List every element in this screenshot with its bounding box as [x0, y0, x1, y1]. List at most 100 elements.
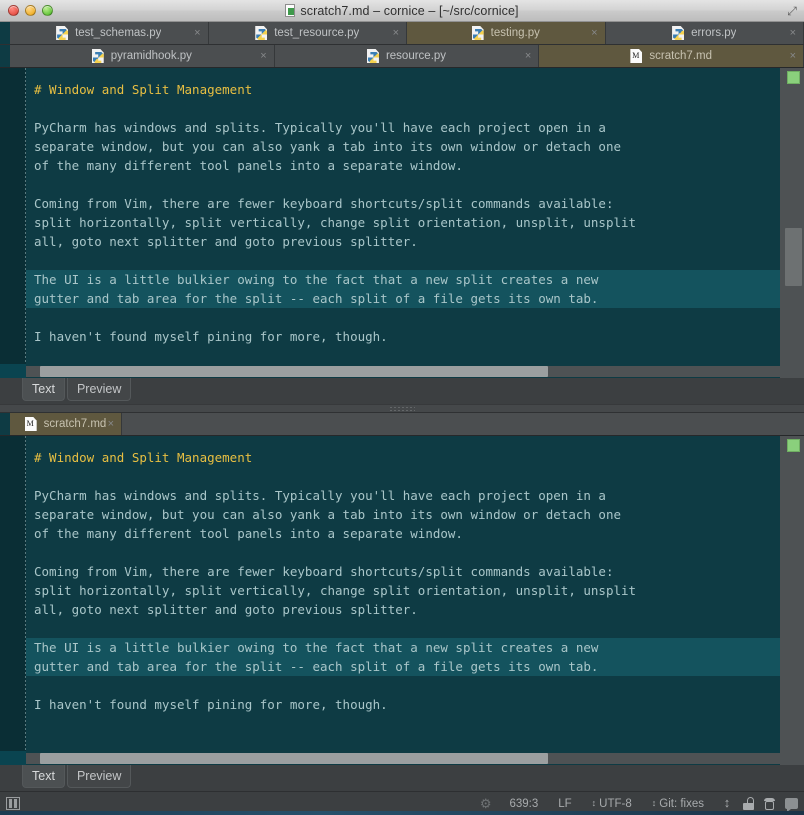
python-file-icon [56, 26, 68, 40]
code-line: of the many different tool panels into a… [34, 526, 463, 541]
tab-row-left-edge [0, 413, 10, 435]
error-stripe-marker[interactable] [787, 71, 800, 84]
fullscreen-expand-icon[interactable]: ⤢ [785, 4, 799, 18]
vertical-scrollbar-top[interactable] [780, 68, 804, 364]
window-title: scratch7.md – cornice – [~/src/cornice] [0, 4, 804, 18]
code-line: all, goto next splitter and goto previou… [34, 234, 418, 249]
tab-label: scratch7.md [649, 50, 712, 62]
tab-row-filler [122, 413, 804, 435]
read-only-lock-icon[interactable] [743, 797, 754, 810]
scrollbar-thumb[interactable] [40, 752, 548, 764]
editor-viewport-bottom[interactable]: # Window and Split Management PyCharm ha… [0, 436, 804, 751]
window-controls [0, 5, 53, 16]
editor-gutter-top[interactable] [0, 68, 26, 364]
tab-text-view[interactable]: Text [22, 765, 65, 788]
close-button[interactable] [8, 5, 19, 16]
caret-position[interactable]: 639:3 [499, 798, 548, 810]
close-icon[interactable]: × [790, 27, 796, 39]
line-separator-toggle-icon[interactable] [720, 795, 734, 811]
scrollbar-thumb[interactable] [785, 228, 802, 286]
scrollbar-gutter-pad [0, 364, 26, 378]
code-line: I haven't found myself pining for more, … [34, 697, 388, 712]
tab-test-schemas-py[interactable]: test_schemas.py × [10, 22, 209, 44]
view-mode-tabs-bottom: Text Preview [0, 765, 804, 791]
tab-preview-view[interactable]: Preview [66, 378, 132, 401]
close-icon[interactable]: × [790, 50, 796, 62]
markdown-file-icon: M [630, 49, 643, 63]
zoom-button[interactable] [42, 5, 53, 16]
code-line: # Window and Split Management [34, 82, 253, 97]
tab-pyramidhook-py[interactable]: pyramidhook.py × [10, 45, 275, 67]
event-log-bubble-icon[interactable] [785, 798, 798, 812]
tab-label: scratch7.md [43, 418, 107, 430]
code-line: Coming from Vim, there are fewer keyboar… [34, 564, 614, 579]
code-line: gutter and tab area for the split -- eac… [26, 657, 780, 676]
close-icon[interactable]: × [108, 418, 114, 430]
close-icon[interactable]: × [260, 50, 266, 62]
code-line: split horizontally, split vertically, ch… [34, 583, 637, 598]
file-encoding[interactable]: ↕ UTF-8 [582, 798, 642, 810]
horizontal-scrollbar-bottom[interactable] [0, 751, 804, 765]
tab-label: testing.py [490, 27, 540, 39]
error-stripe-marker[interactable] [787, 439, 800, 452]
vcs-branch-widget[interactable]: ↕ Git: fixes [642, 798, 714, 810]
code-line: The UI is a little bulkier owing to the … [26, 638, 780, 657]
code-line: PyCharm has windows and splits. Typicall… [34, 488, 606, 503]
scrollbar-gutter-pad [0, 751, 26, 765]
editor-tab-row-2: pyramidhook.py × resource.py × M scratch… [0, 45, 804, 68]
minimize-button[interactable] [25, 5, 36, 16]
scrollbar-corner [780, 364, 804, 378]
tab-resource-py[interactable]: resource.py × [274, 45, 540, 67]
tab-scratch7-md[interactable]: M scratch7.md × [539, 45, 804, 67]
editor-viewport-top[interactable]: # Window and Split Management PyCharm ha… [0, 68, 804, 364]
tab-errors-py[interactable]: errors.py × [605, 22, 804, 44]
tab-label: pyramidhook.py [110, 50, 192, 62]
tab-label: errors.py [691, 27, 737, 39]
code-line: all, goto next splitter and goto previou… [34, 602, 418, 617]
window-title-text: scratch7.md – cornice – [~/src/cornice] [300, 3, 519, 18]
close-icon[interactable]: × [591, 27, 597, 39]
close-icon[interactable]: × [525, 50, 531, 62]
tab-text-view[interactable]: Text [22, 378, 65, 401]
code-line: separate window, but you can also yank a… [34, 139, 621, 154]
line-separator[interactable]: LF [548, 798, 581, 810]
close-icon[interactable]: × [393, 27, 399, 39]
scrollbar-thumb[interactable] [40, 365, 548, 377]
editor-text-bottom[interactable]: # Window and Split Management PyCharm ha… [26, 436, 780, 751]
tab-testing-py[interactable]: testing.py × [407, 22, 606, 44]
scrollbar-corner [780, 751, 804, 765]
chevron-updown-icon: ↕ [651, 797, 657, 808]
ide-window: scratch7.md – cornice – [~/src/cornice] … [0, 0, 804, 815]
horizontal-scrollbar-top[interactable] [0, 364, 804, 378]
close-icon[interactable]: × [194, 27, 200, 39]
python-file-icon [255, 26, 267, 40]
markdown-file-icon: M [24, 417, 37, 431]
tab-row-left-edge [0, 22, 10, 44]
code-line: The UI is a little bulkier owing to the … [26, 270, 780, 289]
busy-spinner-icon: ⚙ [479, 795, 492, 811]
markdown-document-icon [285, 4, 296, 17]
chevron-updown-icon: ↕ [591, 797, 597, 808]
pane-splitter[interactable] [0, 404, 804, 413]
scrollbar-track[interactable] [26, 752, 780, 764]
tab-scratch7-md-bottom[interactable]: M scratch7.md × [10, 413, 122, 435]
vertical-scrollbar-bottom[interactable] [780, 436, 804, 751]
editor-text-top[interactable]: # Window and Split Management PyCharm ha… [26, 68, 780, 364]
tool-window-layout-icon[interactable] [6, 797, 20, 810]
tab-preview-view[interactable]: Preview [66, 765, 132, 788]
code-line: PyCharm has windows and splits. Typicall… [34, 120, 606, 135]
hector-inspection-icon[interactable] [763, 797, 776, 811]
tab-test-resource-py[interactable]: test_resource.py × [208, 22, 407, 44]
code-line: # Window and Split Management [34, 450, 253, 465]
editor-gutter-bottom[interactable] [0, 436, 26, 751]
code-line: Coming from Vim, there are fewer keyboar… [34, 196, 614, 211]
scrollbar-track[interactable] [26, 365, 780, 377]
vcs-branch-label: Git: fixes [659, 797, 704, 810]
